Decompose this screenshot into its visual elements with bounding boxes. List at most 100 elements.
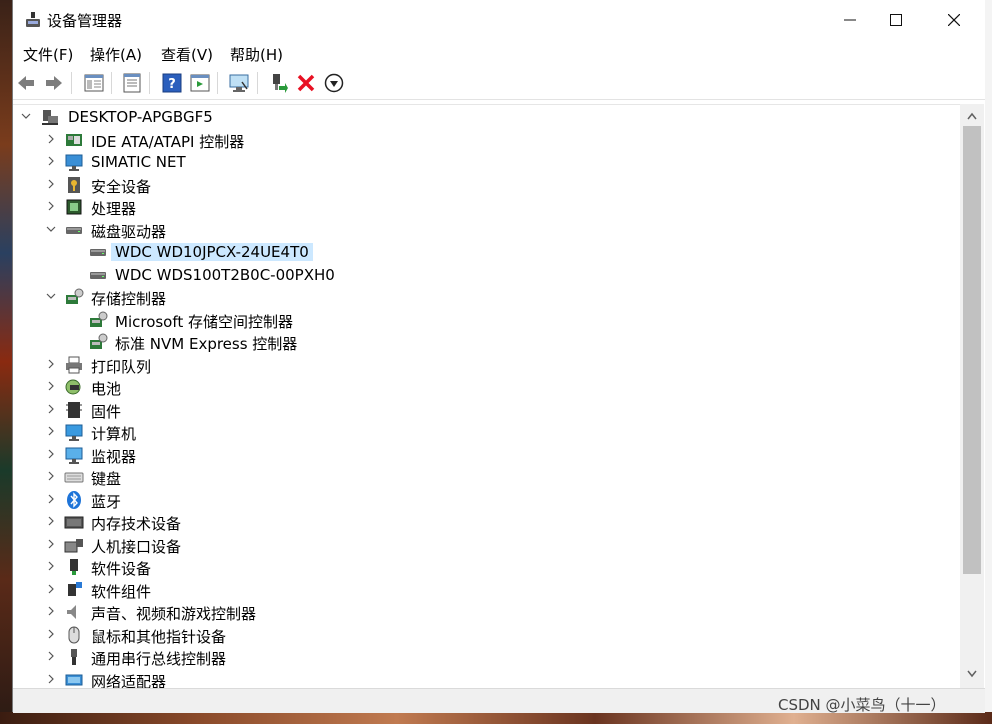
tree-item-label: DESKTOP-APGBGF5 xyxy=(68,108,213,126)
chevron-right-icon[interactable] xyxy=(44,401,58,417)
tree-device[interactable]: WDC WD10JPCX-24UE4T0 xyxy=(13,241,953,263)
back-icon[interactable] xyxy=(15,72,37,94)
tree-category[interactable]: 鼠标和其他指针设备 xyxy=(13,624,953,646)
tree-category[interactable]: SIMATIC NET xyxy=(13,151,953,173)
tree-item-label: 声音、视频和游戏控制器 xyxy=(91,605,257,623)
update-driver-icon[interactable] xyxy=(267,72,289,94)
storage-controller-icon xyxy=(90,333,108,349)
watermark: CSDN @小菜鸟（十一） xyxy=(778,696,946,714)
properties-icon[interactable] xyxy=(121,72,143,94)
tree-category[interactable]: 通用串行总线控制器 xyxy=(13,646,953,668)
scroll-up-icon[interactable] xyxy=(960,106,984,126)
tree-category[interactable]: 人机接口设备 xyxy=(13,534,953,556)
chevron-down-icon[interactable] xyxy=(19,108,33,124)
chevron-right-icon[interactable] xyxy=(44,176,58,192)
tree-category[interactable]: 处理器 xyxy=(13,196,953,218)
scroll-down-icon[interactable] xyxy=(960,664,984,684)
tree-category[interactable]: 计算机 xyxy=(13,421,953,443)
tree-category[interactable]: 打印队列 xyxy=(13,354,953,376)
chevron-right-icon[interactable] xyxy=(44,671,58,687)
tree-category[interactable]: 监视器 xyxy=(13,444,953,466)
tree-item-label: 电池 xyxy=(91,380,122,398)
tree-item-label: 打印队列 xyxy=(91,357,152,376)
action-pane-icon[interactable] xyxy=(189,72,211,94)
tree-device[interactable]: 标准 NVM Express 控制器 xyxy=(13,331,953,353)
tree-item-label: 键盘 xyxy=(91,470,122,488)
tree-item-label: 磁盘驱动器 xyxy=(91,222,167,241)
tree-item-label: 通用串行总线控制器 xyxy=(91,650,227,668)
tree-category[interactable]: 蓝牙 xyxy=(13,489,953,511)
tree-item-label: 人机接口设备 xyxy=(91,537,182,556)
forward-icon[interactable] xyxy=(43,72,65,94)
chevron-right-icon[interactable] xyxy=(44,423,58,439)
tree-category[interactable]: 存储控制器 xyxy=(13,286,953,308)
tree-category[interactable]: 网络适配器 xyxy=(13,669,953,690)
tree-device[interactable]: Microsoft 存储空间控制器 xyxy=(13,309,953,331)
usb-icon xyxy=(71,649,77,665)
chevron-down-icon[interactable] xyxy=(44,221,58,237)
show-hide-tree-icon[interactable] xyxy=(83,72,105,94)
tree-item-label: IDE ATA/ATAPI 控制器 xyxy=(91,132,245,151)
chevron-right-icon[interactable] xyxy=(44,378,58,394)
processor-icon xyxy=(66,199,82,215)
tree-category[interactable]: 固件 xyxy=(13,399,953,421)
title-bar[interactable]: 设备管理器 xyxy=(13,0,985,40)
chevron-right-icon[interactable] xyxy=(44,603,58,619)
chevron-right-icon[interactable] xyxy=(44,153,58,169)
ide-controller-icon xyxy=(66,133,82,146)
chevron-down-icon[interactable] xyxy=(44,288,58,304)
uninstall-icon[interactable] xyxy=(295,72,317,94)
tree-category[interactable]: 软件组件 xyxy=(13,579,953,601)
tree-category[interactable]: 安全设备 xyxy=(13,174,953,196)
tree-item-label: 处理器 xyxy=(91,200,137,218)
chevron-right-icon[interactable] xyxy=(44,581,58,597)
tree-category[interactable]: 电池 xyxy=(13,376,953,398)
vertical-scrollbar[interactable] xyxy=(960,104,984,688)
tree-item-label: 固件 xyxy=(91,402,122,421)
scan-hardware-icon[interactable] xyxy=(228,72,250,94)
close-icon xyxy=(948,14,960,26)
tree-category[interactable]: 磁盘驱动器 xyxy=(13,219,953,241)
desktop-background-right xyxy=(984,0,992,724)
tree-item-label: 计算机 xyxy=(91,425,137,443)
menu-file[interactable]: 文件(F) xyxy=(23,44,73,65)
device-manager-app-icon xyxy=(26,12,40,27)
device-manager-window: 设备管理器 文件(F) 操作(A) 查看(V) 帮助(H) ? DESKTOP-… xyxy=(12,0,985,713)
tree-item-label: 网络适配器 xyxy=(91,672,167,690)
tree-category[interactable]: 声音、视频和游戏控制器 xyxy=(13,601,953,623)
tree-category[interactable]: 内存技术设备 xyxy=(13,511,953,533)
menu-action[interactable]: 操作(A) xyxy=(90,44,142,65)
close-button[interactable] xyxy=(925,0,983,40)
chevron-right-icon[interactable] xyxy=(44,626,58,642)
maximize-button[interactable] xyxy=(867,0,925,40)
chevron-right-icon[interactable] xyxy=(44,356,58,372)
chevron-right-icon[interactable] xyxy=(44,513,58,529)
tree-category[interactable]: 软件设备 xyxy=(13,556,953,578)
toolbar-separator xyxy=(71,72,72,94)
disable-icon[interactable] xyxy=(323,72,345,94)
chevron-right-icon[interactable] xyxy=(44,491,58,507)
chevron-right-icon[interactable] xyxy=(44,446,58,462)
help-icon[interactable]: ? xyxy=(161,72,183,94)
chevron-right-icon[interactable] xyxy=(44,648,58,664)
device-tree[interactable]: DESKTOP-APGBGF5 IDE ATA/ATAPI 控制器 SIMATIC … xyxy=(13,104,960,689)
tree-device[interactable]: WDC WDS100T2B0C-00PXH0 xyxy=(13,264,953,286)
memory-device-icon xyxy=(64,516,84,529)
tree-item-label: WDC WD10JPCX-24UE4T0 xyxy=(111,243,313,261)
chevron-right-icon[interactable] xyxy=(44,131,58,147)
hid-icon xyxy=(64,538,83,552)
storage-controller-icon xyxy=(66,288,84,304)
menu-bar: 文件(F) 操作(A) 查看(V) 帮助(H) xyxy=(13,40,985,66)
monitor-icon xyxy=(65,447,83,464)
software-component-icon xyxy=(68,581,82,596)
menu-view[interactable]: 查看(V) xyxy=(161,44,213,65)
menu-help[interactable]: 帮助(H) xyxy=(230,44,283,65)
scrollbar-thumb[interactable] xyxy=(963,126,981,574)
chevron-right-icon[interactable] xyxy=(44,536,58,552)
chevron-right-icon[interactable] xyxy=(44,558,58,574)
tree-root-node[interactable]: DESKTOP-APGBGF5 xyxy=(13,106,953,128)
tree-category[interactable]: IDE ATA/ATAPI 控制器 xyxy=(13,129,953,151)
tree-category[interactable]: 键盘 xyxy=(13,466,953,488)
chevron-right-icon[interactable] xyxy=(44,468,58,484)
chevron-right-icon[interactable] xyxy=(44,198,58,214)
